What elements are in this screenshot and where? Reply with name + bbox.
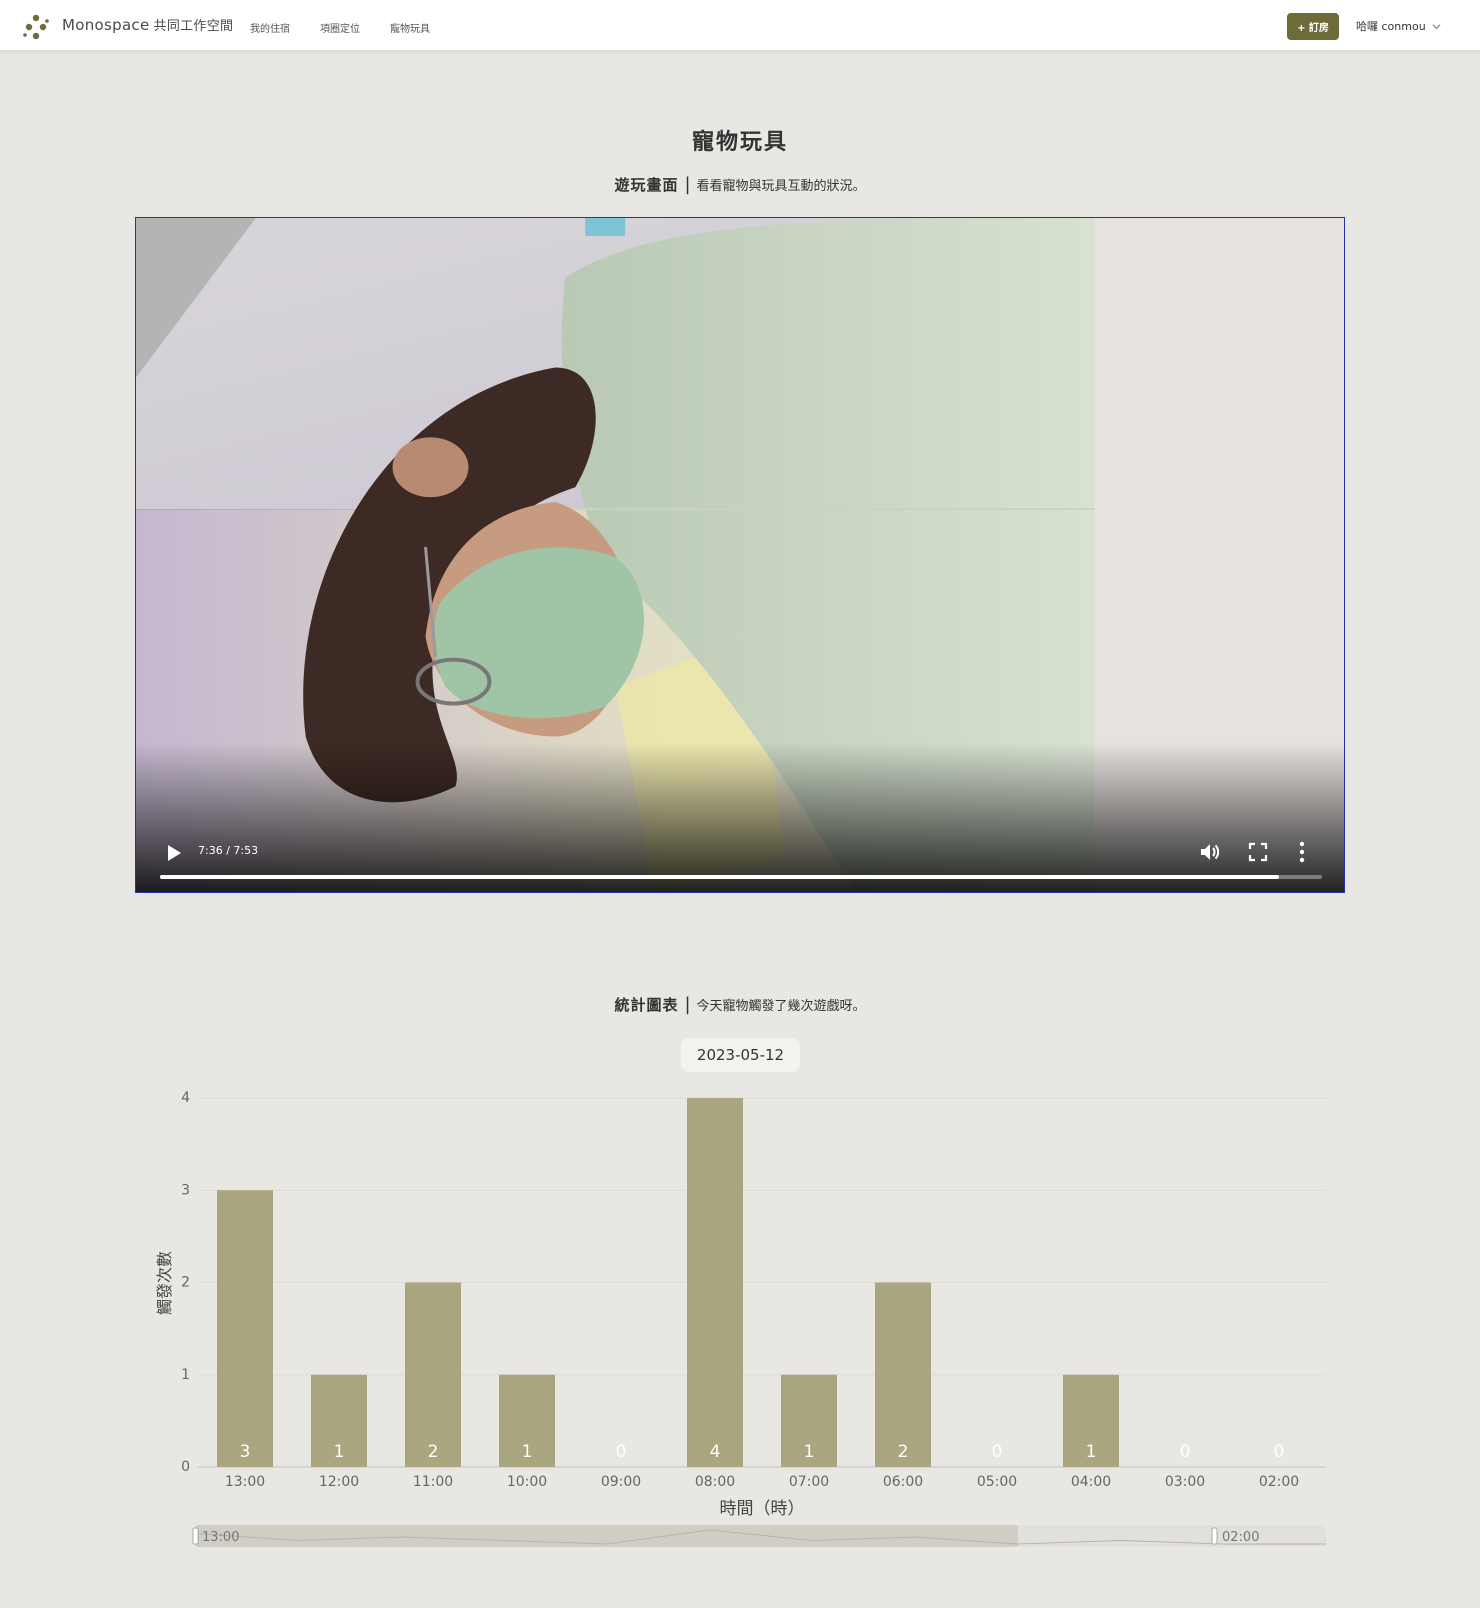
- zoom-slider-start-handle[interactable]: [192, 1527, 199, 1545]
- bar-data-label: 2: [428, 1442, 439, 1462]
- heading-separator: |: [684, 994, 691, 1015]
- bar-data-label: 1: [804, 1442, 815, 1462]
- nav-link-my-stay[interactable]: 我的住宿: [250, 20, 290, 35]
- user-menu[interactable]: 哈囉 conmou: [1356, 18, 1441, 34]
- brand-name[interactable]: Monospace 共同工作空間: [62, 15, 233, 34]
- y-tick-label: 4: [181, 1090, 190, 1106]
- bar-data-label: 1: [334, 1442, 345, 1462]
- x-tick-label: 05:00: [977, 1474, 1017, 1490]
- brand-subtitle: 共同工作空間: [153, 19, 234, 34]
- play-icon[interactable]: [166, 844, 182, 862]
- more-options-icon[interactable]: [1298, 840, 1306, 864]
- bar[interactable]: [687, 1098, 743, 1467]
- zoom-slider-end-label: 02:00: [1222, 1530, 1259, 1545]
- x-tick-label: 08:00: [695, 1474, 735, 1490]
- user-greeting: 哈囉 conmou: [1356, 20, 1426, 33]
- nav-link-pet-toys[interactable]: 寵物玩具: [390, 20, 430, 35]
- x-tick-label: 11:00: [413, 1474, 453, 1490]
- y-axis-label: 觸發次數: [155, 1251, 174, 1315]
- logo-icon[interactable]: [22, 13, 50, 41]
- bar-data-label: 4: [710, 1442, 721, 1462]
- bar[interactable]: [405, 1282, 461, 1468]
- chart-section-heading: 統計圖表 | 今天寵物觸發了幾次遊戲呀。: [0, 994, 1480, 1015]
- x-tick-label: 03:00: [1165, 1474, 1205, 1490]
- video-time-readout: 7:36 / 7:53: [198, 844, 259, 857]
- video-progress-fill: [160, 875, 1279, 879]
- x-tick-label: 04:00: [1071, 1474, 1111, 1490]
- trigger-count-bar-chart: 0 1 2 3 4 3 13:00 1 12:00 2 11:00 1 10:00 0 09:00 4 08:0…: [155, 1090, 1326, 1547]
- bar-data-label: 2: [898, 1442, 909, 1462]
- x-tick-label: 07:00: [789, 1474, 829, 1490]
- zoom-slider-start-label: 13:00: [202, 1530, 239, 1545]
- nav-link-collar-location[interactable]: 項圈定位: [320, 20, 360, 35]
- x-axis-label: 時間（時）: [720, 1499, 805, 1519]
- x-tick-label: 09:00: [601, 1474, 641, 1490]
- chevron-down-icon: [1432, 23, 1441, 29]
- bar-data-label: 0: [992, 1442, 1003, 1462]
- volume-icon[interactable]: [1198, 840, 1222, 864]
- x-tick-label: 10:00: [507, 1474, 547, 1490]
- date-selector[interactable]: 2023-05-12: [681, 1038, 800, 1072]
- video-section-heading: 遊玩畫面 | 看看寵物與玩具互動的狀況。: [0, 174, 1480, 195]
- book-room-button[interactable]: + 訂房: [1287, 13, 1339, 40]
- bar-data-label: 0: [616, 1442, 627, 1462]
- video-player[interactable]: 7:36 / 7:53: [135, 217, 1345, 893]
- page-title: 寵物玩具: [691, 130, 788, 155]
- y-tick-label: 3: [181, 1182, 190, 1198]
- x-tick-label: 02:00: [1259, 1474, 1299, 1490]
- video-progress-bar[interactable]: [160, 875, 1322, 879]
- chart-section-description: 今天寵物觸發了幾次遊戲呀。: [696, 999, 866, 1014]
- bar-data-label: 3: [240, 1442, 251, 1462]
- fullscreen-icon[interactable]: [1248, 842, 1268, 862]
- y-tick-label: 2: [181, 1275, 190, 1291]
- bar-data-label: 0: [1274, 1442, 1285, 1462]
- x-tick-label: 12:00: [319, 1474, 359, 1490]
- bar[interactable]: [217, 1190, 273, 1467]
- bar-data-label: 1: [1086, 1442, 1097, 1462]
- bar-data-label: 1: [522, 1442, 533, 1462]
- x-tick-label: 06:00: [883, 1474, 923, 1490]
- video-controls-overlay: [136, 742, 1344, 892]
- navbar: Monospace 共同工作空間 我的住宿 項圈定位 寵物玩具 + 訂房 哈囉 c…: [0, 0, 1480, 51]
- nav-links: 我的住宿 項圈定位 寵物玩具: [250, 20, 430, 35]
- y-tick-label: 1: [181, 1367, 190, 1383]
- y-tick-label: 0: [181, 1459, 190, 1475]
- video-section-description: 看看寵物與玩具互動的狀況。: [696, 179, 866, 194]
- chart-section-title: 統計圖表: [614, 996, 679, 1014]
- bar-data-label: 0: [1180, 1442, 1191, 1462]
- x-tick-label: 13:00: [225, 1474, 265, 1490]
- bar[interactable]: [875, 1282, 931, 1468]
- heading-separator: |: [684, 174, 691, 195]
- brand-title: Monospace: [62, 16, 150, 34]
- zoom-slider-end-handle[interactable]: [1211, 1527, 1218, 1545]
- video-section-title: 遊玩畫面: [614, 176, 679, 194]
